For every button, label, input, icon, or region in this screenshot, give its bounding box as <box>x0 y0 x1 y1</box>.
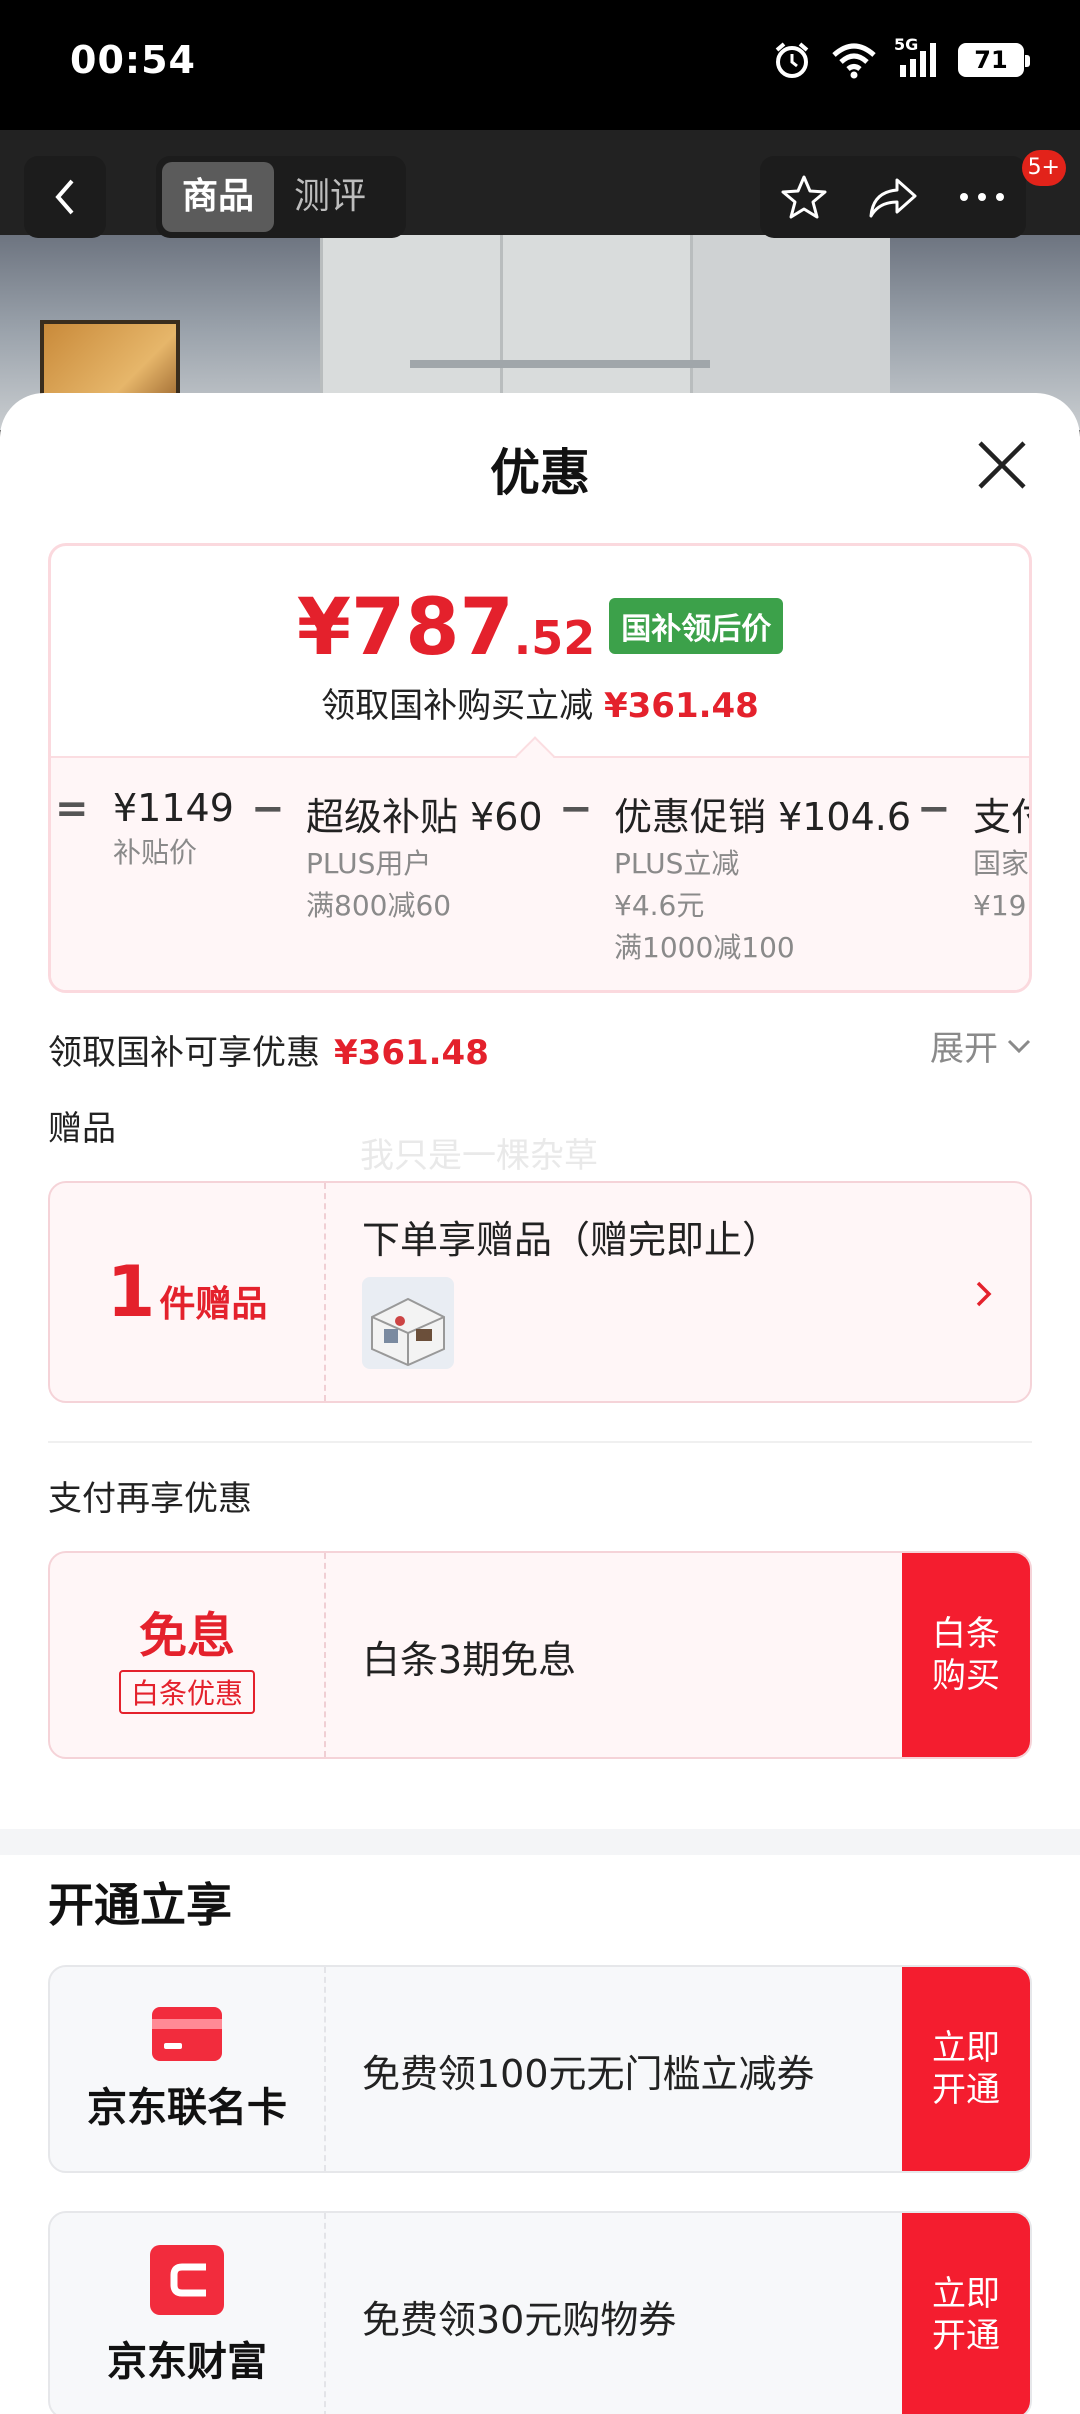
baitiao-description: 白条3期免息 <box>362 1638 577 1682</box>
gift-count-number: 1 <box>106 1251 156 1333</box>
final-price: ¥787 <box>296 583 514 673</box>
jd-cobrand-card: 京东联名卡 免费领100元无门槛立减券 立即 开通 <box>48 1965 1032 2173</box>
alarm-icon <box>775 42 809 78</box>
jd-cobrand-open-button[interactable]: 立即 开通 <box>902 1967 1030 2171</box>
jd-cobrand-description: 免费领100元无门槛立减券 <box>362 2052 815 2096</box>
jd-cobrand-name: 京东联名卡 <box>87 2085 287 2131</box>
gift-card[interactable]: 1 件赠品 下单享赠品（赠完即止） <box>48 1181 1032 1403</box>
gift-section-label: 赠品 <box>48 1109 116 1149</box>
operator-equals: = <box>55 786 89 832</box>
watermark: 我只是一棵杂草 <box>360 1136 598 1176</box>
calc-term-payment: 支付 国家 ¥19 <box>973 786 1030 925</box>
subsidy-discount-amount: ¥361.48 <box>334 1033 489 1073</box>
calc-term-head: 优惠促销 ¥104.6 <box>614 795 912 839</box>
price-subtitle-text: 领取国补购买立减 <box>321 686 594 726</box>
status-bar: 00:54 5G 71 <box>0 0 1080 130</box>
subsidy-discount-row: 领取国补可享优惠 ¥361.48 <box>48 1025 489 1074</box>
interest-free-title: 免息 <box>138 1608 235 1664</box>
jd-finance-brand: 京东财富 <box>50 2213 326 2414</box>
chevron-right-icon <box>976 1281 992 1307</box>
discount-sheet: 优惠 ¥787 .52 国补领后价 领取国补购买立减 ¥361.48 = ¥11… <box>0 393 1080 2414</box>
calc-term-line: PLUS立减 <box>614 847 740 880</box>
calc-term-line: ¥19 <box>973 889 1027 922</box>
baitiao-card: 免息 白条优惠 白条3期免息 白条 购买 <box>48 1551 1032 1759</box>
price-subtitle-amount: ¥361.48 <box>603 686 759 726</box>
gift-count-unit: 件赠品 <box>159 1284 268 1325</box>
operator-minus: − <box>251 786 285 832</box>
tab-product[interactable]: 商品 <box>162 162 275 232</box>
calc-term-line: PLUS用户 <box>306 847 432 880</box>
jd-finance-open-label: 立即 开通 <box>932 2274 1000 2356</box>
battery-icon: 71 <box>958 43 1030 77</box>
calc-term-line: ¥4.6元 <box>614 889 705 922</box>
baitiao-tag-area: 免息 白条优惠 <box>50 1553 326 1757</box>
close-icon[interactable] <box>972 435 1032 495</box>
wifi-icon <box>832 43 876 79</box>
gift-thumbnail <box>362 1277 454 1369</box>
operator-minus: − <box>559 786 593 832</box>
expand-label: 展开 <box>930 1029 998 1069</box>
price-calculation: = ¥1149 补贴价 − 超级补贴 ¥60 PLUS用户 满800减60 − … <box>51 756 1030 990</box>
chevron-down-icon <box>1007 1039 1031 1053</box>
final-price-decimal: .52 <box>513 611 596 665</box>
calc-term-base-price: ¥1149 补贴价 <box>113 786 234 872</box>
subsidy-price-tag: 国补领后价 <box>609 598 784 654</box>
product-tabs: 商品 测评 <box>156 156 406 238</box>
jd-cobrand-brand: 京东联名卡 <box>50 1967 326 2171</box>
open-section-title: 开通立享 <box>48 1878 232 1932</box>
product-image-shelf <box>410 360 710 368</box>
gift-description: 下单享赠品（赠完即止） <box>362 1218 781 1262</box>
tab-review[interactable]: 测评 <box>274 162 386 232</box>
back-button[interactable] <box>24 156 106 238</box>
final-price-area: ¥787 .52 国补领后价 领取国补购买立减 ¥361.48 <box>51 546 1029 756</box>
network-type: 5G <box>894 35 919 54</box>
jd-finance-description: 免费领30元购物券 <box>362 2298 677 2342</box>
wallet-icon <box>150 2245 224 2315</box>
baitiao-buy-button[interactable]: 白条 购买 <box>902 1553 1030 1757</box>
chevron-left-icon <box>55 179 74 215</box>
gift-count-area: 1 件赠品 <box>50 1183 326 1401</box>
nav-actions <box>760 156 1026 238</box>
calc-term-head: ¥1149 <box>113 786 234 830</box>
share-icon[interactable] <box>867 174 919 220</box>
operator-minus: − <box>917 786 951 832</box>
calc-term-line: 国家 <box>973 847 1030 880</box>
jd-finance-open-button[interactable]: 立即 开通 <box>902 2213 1030 2414</box>
baitiao-tag: 白条优惠 <box>118 1670 255 1714</box>
calc-term-promotion: 优惠促销 ¥104.6 PLUS立减 ¥4.6元 满1000减100 <box>614 786 911 967</box>
baitiao-buy-label: 白条 购买 <box>932 1614 1000 1696</box>
gift-count: 1 件赠品 <box>107 1251 268 1333</box>
calc-term-line: 满800减60 <box>306 889 452 922</box>
calc-term-line: 满1000减100 <box>614 931 795 964</box>
product-image-area: 商品 测评 5+ <box>0 130 1080 430</box>
status-icons: 5G 71 <box>772 35 1030 80</box>
card-icon <box>152 2007 222 2061</box>
star-icon[interactable] <box>780 173 828 221</box>
expand-button[interactable]: 展开 <box>930 1021 1032 1070</box>
calc-term-super-subsidy: 超级补贴 ¥60 PLUS用户 满800减60 <box>306 786 543 925</box>
price-subtitle: 领取国补购买立减 ¥361.48 <box>51 678 1029 727</box>
status-time: 00:54 <box>70 38 196 82</box>
jd-cobrand-open-label: 立即 开通 <box>932 2028 1000 2110</box>
calc-term-head: 超级补贴 ¥60 <box>306 795 543 839</box>
section-gap <box>0 1829 1080 1855</box>
cellular-signal-icon: 5G <box>894 35 940 79</box>
jd-finance-name: 京东财富 <box>107 2339 267 2385</box>
pay-section-label: 支付再享优惠 <box>48 1479 252 1519</box>
sheet-title: 优惠 <box>490 444 590 502</box>
calc-term-head: 支付 <box>973 795 1029 839</box>
message-count-badge: 5+ <box>1021 150 1066 186</box>
section-divider <box>48 1441 1032 1443</box>
price-breakdown-card: ¥787 .52 国补领后价 领取国补购买立减 ¥361.48 = ¥1149 … <box>48 543 1032 993</box>
more-icon[interactable] <box>958 191 1006 203</box>
jd-finance-card: 京东财富 免费领30元购物券 立即 开通 <box>48 2211 1032 2414</box>
calc-term-line: 补贴价 <box>113 836 198 869</box>
subsidy-discount-label: 领取国补可享优惠 <box>48 1033 320 1073</box>
